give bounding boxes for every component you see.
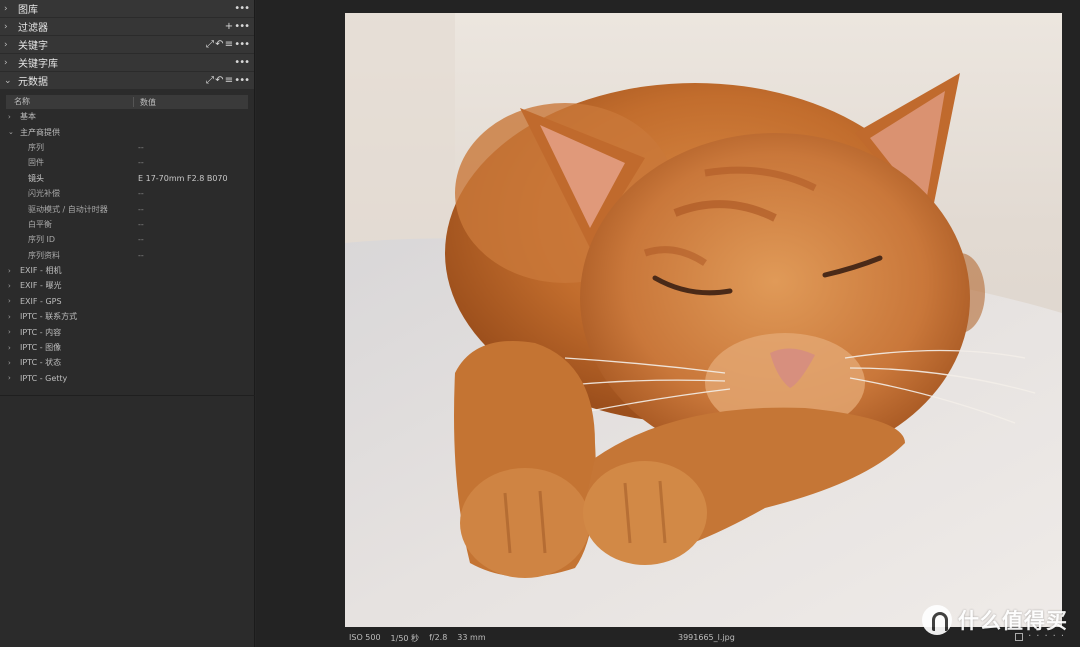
tree-group[interactable]: › IPTC - 状态 xyxy=(6,355,248,370)
tree-group[interactable]: › 基本 xyxy=(6,109,248,124)
tree-group-label: 主产商提供 xyxy=(20,127,60,137)
metadata-value: -- xyxy=(138,189,144,199)
section-title: 过滤器 xyxy=(18,23,48,34)
metadata-key: 驱动模式 / 自动计时器 xyxy=(28,204,108,214)
tree-group-label: EXIF - 相机 xyxy=(20,266,62,276)
tree-group[interactable]: › EXIF - 相机 xyxy=(6,263,248,278)
image-viewer[interactable]: ISO 500 1/50 秒 f/2.8 33 mm 3991665_l.jpg… xyxy=(256,0,1080,647)
metadata-key: 序列 xyxy=(28,142,44,152)
tree-group[interactable]: › IPTC - 图像 xyxy=(6,340,248,355)
chevron-right-icon[interactable]: › xyxy=(8,113,16,121)
tree-group-label: IPTC - 内容 xyxy=(20,327,62,337)
focal-length-value: 33 mm xyxy=(457,633,486,642)
watermark: 什么值得买 xyxy=(922,605,1068,635)
chevron-right-icon[interactable]: › xyxy=(4,40,14,50)
left-panel: › 图库 ••• › 过滤器 + ••• › 关键字 ⤢ ↶ ≡ ••• › 关… xyxy=(0,0,255,647)
chevron-right-icon[interactable]: › xyxy=(8,313,16,321)
column-header-name[interactable]: 名称 xyxy=(6,97,134,107)
section-metadata[interactable]: ⌄ 元数据 ⤢ ↶ ≡ ••• xyxy=(0,72,254,89)
metadata-key: 白平衡 xyxy=(28,219,52,229)
metadata-row[interactable]: 闪光补偿 -- xyxy=(6,186,248,201)
chevron-down-icon[interactable]: ⌄ xyxy=(4,76,14,86)
metadata-value: -- xyxy=(138,235,144,245)
metadata-row[interactable]: 镜头 E 17-70mm F2.8 B070 xyxy=(6,171,248,186)
metadata-key: 镜头 xyxy=(28,173,44,183)
shutter-value: 1/50 秒 xyxy=(390,634,420,643)
chevron-right-icon[interactable]: › xyxy=(8,267,16,275)
metadata-row[interactable]: 序列 ID -- xyxy=(6,232,248,247)
tree-group[interactable]: › EXIF - 曝光 xyxy=(6,278,248,293)
metadata-panel: 名称 数值 › 基本 ⌄ 主产商提供 序列 -- 固件 -- 镜头 E 17-7… xyxy=(0,90,254,386)
section-title: 元数据 xyxy=(18,77,48,88)
chevron-right-icon[interactable]: › xyxy=(8,359,16,367)
metadata-row[interactable]: 驱动模式 / 自动计时器 -- xyxy=(6,201,248,216)
metadata-value: -- xyxy=(138,219,144,229)
metadata-tools[interactable]: ⤢ ↶ ≡ ••• xyxy=(206,72,250,89)
cat-photo xyxy=(345,13,1062,627)
metadata-row[interactable]: 固件 -- xyxy=(6,155,248,170)
metadata-value: -- xyxy=(138,142,144,152)
metadata-row[interactable]: 序列资料 -- xyxy=(6,248,248,263)
section-title: 关键字 xyxy=(18,41,48,52)
chevron-right-icon[interactable]: › xyxy=(8,282,16,290)
section-keywords[interactable]: › 关键字 ⤢ ↶ ≡ ••• xyxy=(0,36,254,53)
chevron-right-icon[interactable]: › xyxy=(8,374,16,382)
section-title: 关键字库 xyxy=(18,59,58,70)
tree-group[interactable]: › IPTC - Getty xyxy=(6,371,248,386)
section-filters[interactable]: › 过滤器 + ••• xyxy=(0,18,254,35)
tree-group[interactable]: ⌄ 主产商提供 xyxy=(6,124,248,139)
aperture-value: f/2.8 xyxy=(429,633,448,642)
watermark-logo-icon xyxy=(922,605,952,635)
tree-group[interactable]: › EXIF - GPS xyxy=(6,294,248,309)
iso-value: ISO 500 xyxy=(349,633,381,642)
tree-group[interactable]: › IPTC - 内容 xyxy=(6,324,248,339)
section-title: 图库 xyxy=(18,5,38,16)
tree-group-label: IPTC - 联系方式 xyxy=(20,312,78,322)
metadata-row[interactable]: 序列 -- xyxy=(6,140,248,155)
chevron-right-icon[interactable]: › xyxy=(4,4,14,14)
section-keyword-library[interactable]: › 关键字库 ••• xyxy=(0,54,254,71)
panel-divider xyxy=(0,395,255,396)
tree-group-label: 基本 xyxy=(20,112,36,122)
more-menu-button[interactable]: ••• xyxy=(234,54,250,71)
tree-group[interactable]: › IPTC - 联系方式 xyxy=(6,309,248,324)
tree-group-label: IPTC - 状态 xyxy=(20,358,62,368)
metadata-key: 固件 xyxy=(28,158,44,168)
chevron-right-icon[interactable]: › xyxy=(8,297,16,305)
exif-summary: ISO 500 1/50 秒 f/2.8 33 mm xyxy=(349,633,486,644)
chevron-right-icon[interactable]: › xyxy=(4,22,14,32)
metadata-value: E 17-70mm F2.8 B070 xyxy=(138,173,228,183)
metadata-row[interactable]: 白平衡 -- xyxy=(6,217,248,232)
metadata-table-header: 名称 数值 xyxy=(6,95,248,109)
keyword-tools[interactable]: ⤢ ↶ ≡ ••• xyxy=(206,36,250,53)
chevron-right-icon[interactable]: › xyxy=(4,58,14,68)
metadata-key: 闪光补偿 xyxy=(28,189,60,199)
metadata-value: -- xyxy=(138,250,144,260)
tree-group-label: IPTC - 图像 xyxy=(20,343,62,353)
chevron-right-icon[interactable]: › xyxy=(8,328,16,336)
filter-tools[interactable]: + ••• xyxy=(225,18,250,35)
metadata-key: 序列资料 xyxy=(28,250,60,260)
file-name: 3991665_l.jpg xyxy=(678,633,735,642)
column-header-value[interactable]: 数值 xyxy=(134,97,156,108)
chevron-right-icon[interactable]: › xyxy=(8,344,16,352)
tree-group-label: IPTC - Getty xyxy=(20,373,68,383)
tree-group-label: EXIF - GPS xyxy=(20,296,62,306)
section-library[interactable]: › 图库 ••• xyxy=(0,0,254,17)
watermark-text: 什么值得买 xyxy=(958,609,1068,633)
metadata-key: 序列 ID xyxy=(28,235,56,245)
metadata-value: -- xyxy=(138,158,144,168)
metadata-value: -- xyxy=(138,204,144,214)
chevron-down-icon[interactable]: ⌄ xyxy=(8,128,16,136)
more-menu-button[interactable]: ••• xyxy=(234,0,250,17)
tree-group-label: EXIF - 曝光 xyxy=(20,281,62,291)
photo-preview[interactable] xyxy=(345,13,1062,627)
